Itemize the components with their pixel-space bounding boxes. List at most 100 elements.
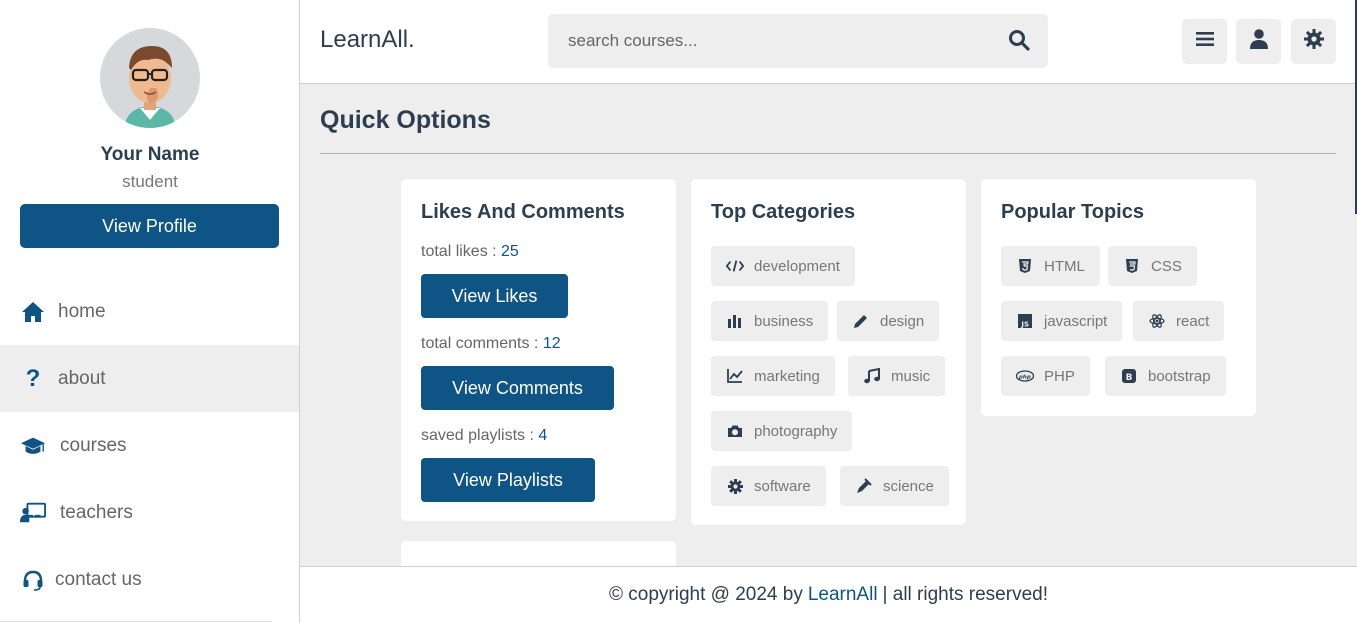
footer-brand-link[interactable]: LearnAll bbox=[808, 584, 878, 606]
sidebar-item-about[interactable]: ? about bbox=[0, 345, 299, 412]
stat-value: 4 bbox=[538, 427, 548, 444]
php-icon: php bbox=[1016, 367, 1034, 385]
likes-comments-card: Likes And Comments total likes : 25 View… bbox=[401, 179, 676, 521]
page-title: Quick Options bbox=[320, 106, 491, 134]
view-playlists-button[interactable]: View Playlists bbox=[421, 458, 595, 502]
chip-label: business bbox=[754, 312, 814, 330]
category-music[interactable]: music bbox=[848, 356, 946, 396]
profile-name: Your Name bbox=[100, 144, 200, 165]
search-input[interactable] bbox=[568, 14, 988, 68]
pen-icon bbox=[852, 312, 870, 330]
topic-react[interactable]: react bbox=[1133, 301, 1225, 341]
topic-css[interactable]: CSS bbox=[1108, 246, 1197, 286]
search-icon[interactable] bbox=[1008, 29, 1032, 53]
svg-text:B: B bbox=[1126, 373, 1133, 383]
profile-role: student bbox=[122, 172, 178, 191]
chip-label: photography bbox=[754, 422, 838, 440]
category-business[interactable]: business bbox=[711, 301, 829, 341]
sidebar-item-label: teachers bbox=[60, 501, 133, 523]
menu-button[interactable] bbox=[1182, 19, 1227, 64]
search-bar bbox=[548, 14, 1048, 68]
footer: © copyright @ 2024 by LearnAll | all rig… bbox=[300, 566, 1357, 623]
topic-javascript[interactable]: JS javascript bbox=[1001, 301, 1123, 341]
headset-icon bbox=[20, 567, 46, 593]
sidebar-item-label: courses bbox=[60, 434, 127, 456]
category-science[interactable]: science bbox=[840, 466, 949, 506]
category-photography[interactable]: photography bbox=[711, 411, 853, 451]
logo[interactable]: LearnAll. bbox=[320, 26, 415, 54]
avatar bbox=[100, 28, 200, 128]
chip-label: CSS bbox=[1151, 257, 1182, 275]
svg-text:php: php bbox=[1018, 375, 1031, 381]
top-header: LearnAll. bbox=[300, 0, 1357, 214]
music-icon bbox=[863, 367, 881, 385]
stat-label: total likes : bbox=[421, 243, 502, 260]
sidebar-item-label: contact us bbox=[55, 568, 142, 590]
topic-php[interactable]: php PHP bbox=[1001, 356, 1090, 396]
user-button[interactable] bbox=[1236, 19, 1281, 64]
svg-text:JS: JS bbox=[1020, 321, 1029, 329]
settings-button[interactable] bbox=[1291, 19, 1336, 64]
chip-label: science bbox=[883, 477, 934, 495]
hamburger-icon bbox=[1195, 31, 1214, 52]
popular-topics-card: Popular Topics HTML CSS JS javascript re… bbox=[981, 179, 1256, 416]
js-icon: JS bbox=[1016, 312, 1034, 330]
topic-bootstrap[interactable]: B bootstrap bbox=[1105, 356, 1226, 396]
teacher-icon bbox=[20, 500, 46, 526]
total-comments-stat: total comments : 12 bbox=[421, 335, 561, 353]
view-profile-button[interactable]: View Profile bbox=[20, 204, 279, 248]
category-software[interactable]: software bbox=[711, 466, 826, 506]
stat-value: 25 bbox=[501, 243, 519, 260]
sidebar: Your Name student View Profile home ? ab… bbox=[0, 0, 300, 623]
stat-label: saved playlists : bbox=[421, 427, 539, 444]
question-icon: ? bbox=[25, 364, 41, 392]
chip-label: PHP bbox=[1044, 367, 1075, 385]
category-design[interactable]: design bbox=[837, 301, 940, 341]
sidebar-item-label: about bbox=[58, 367, 106, 389]
card-title: Likes And Comments bbox=[421, 201, 625, 223]
code-icon bbox=[726, 257, 744, 275]
top-categories-card: Top Categories development business desi… bbox=[691, 179, 966, 525]
stat-label: total comments : bbox=[421, 335, 543, 352]
bar-chart-icon bbox=[726, 312, 744, 330]
sidebar-item-home[interactable]: home bbox=[0, 278, 299, 345]
vial-icon bbox=[855, 477, 873, 495]
view-comments-button[interactable]: View Comments bbox=[421, 366, 614, 410]
line-chart-icon bbox=[726, 367, 744, 385]
total-likes-stat: total likes : 25 bbox=[421, 243, 519, 261]
card-title: Popular Topics bbox=[1001, 201, 1144, 223]
chip-label: development bbox=[754, 257, 840, 275]
sidebar-item-courses[interactable]: courses bbox=[0, 412, 299, 479]
chip-label: javascript bbox=[1044, 312, 1108, 330]
divider bbox=[0, 621, 272, 622]
chip-label: bootstrap bbox=[1148, 367, 1211, 385]
topic-html[interactable]: HTML bbox=[1001, 246, 1100, 286]
view-likes-button[interactable]: View Likes bbox=[421, 274, 568, 318]
chip-label: HTML bbox=[1044, 257, 1085, 275]
sidebar-item-teachers[interactable]: teachers bbox=[0, 479, 299, 546]
chip-label: react bbox=[1176, 312, 1210, 330]
footer-rights: | all rights reserved! bbox=[882, 584, 1048, 605]
footer-copyright: © copyright @ 2024 by bbox=[608, 584, 803, 605]
chip-label: software bbox=[754, 477, 811, 495]
saved-playlists-stat: saved playlists : 4 bbox=[421, 427, 547, 445]
chip-label: marketing bbox=[754, 367, 820, 385]
user-icon bbox=[1249, 29, 1268, 54]
camera-icon bbox=[726, 422, 744, 440]
divider bbox=[320, 153, 1336, 154]
category-marketing[interactable]: marketing bbox=[711, 356, 835, 396]
graduation-cap-icon bbox=[20, 433, 46, 459]
chip-label: music bbox=[891, 367, 931, 385]
category-development[interactable]: development bbox=[711, 246, 855, 286]
gear-icon bbox=[1303, 29, 1324, 54]
bootstrap-icon: B bbox=[1120, 367, 1138, 385]
cog-icon bbox=[726, 477, 744, 495]
sidebar-item-contact[interactable]: contact us bbox=[0, 546, 299, 613]
sidebar-item-label: home bbox=[58, 300, 106, 322]
html5-icon bbox=[1016, 257, 1034, 275]
css3-icon bbox=[1123, 257, 1141, 275]
sidebar-nav: home ? about courses teachers contact us bbox=[0, 278, 299, 613]
card-title: Top Categories bbox=[711, 201, 856, 223]
chip-label: design bbox=[880, 312, 925, 330]
stat-value: 12 bbox=[542, 335, 561, 352]
